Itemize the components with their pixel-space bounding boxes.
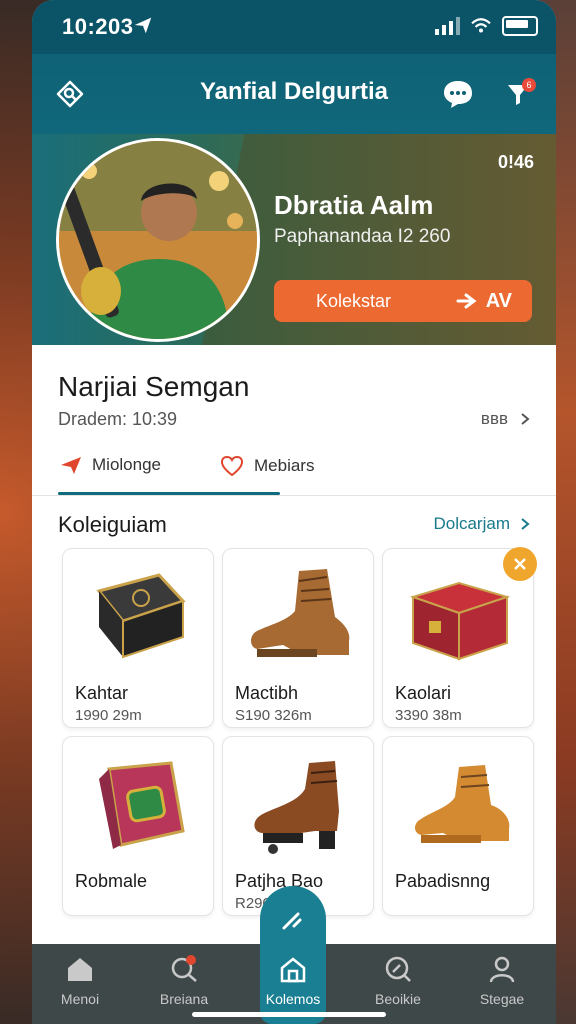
- house-outline-icon: [280, 957, 306, 983]
- compass-icon: [385, 956, 411, 982]
- profile-icon: [489, 956, 515, 983]
- profile-name: Narjiai Semgan: [58, 371, 250, 402]
- status-bar: 10:203: [32, 0, 556, 54]
- collection-button-right: AV: [485, 289, 512, 312]
- avatar[interactable]: [56, 138, 260, 342]
- product-card[interactable]: Pabadisnng: [382, 736, 534, 916]
- product-card[interactable]: Mactibh S190 326m: [222, 548, 374, 728]
- nav-label: Stegae: [479, 991, 525, 1007]
- product-name: Kaolari: [395, 683, 452, 703]
- phone-screen: 10:203 Yanfial Delgurtia 6 0!46 Dbratia …: [32, 0, 556, 1024]
- collection-button[interactable]: Kolekstar AV: [274, 280, 532, 322]
- product-price: 3390 38m: [395, 707, 462, 724]
- section-title: Koleiguiam: [58, 512, 167, 537]
- player-photo: [59, 141, 257, 339]
- product-card[interactable]: Kahtar 1990 29m: [62, 548, 214, 728]
- chevron-right-icon: [521, 518, 530, 530]
- home-icon: [68, 958, 92, 981]
- chat-icon: [444, 81, 472, 108]
- status-time: 10:203: [62, 14, 134, 39]
- profile-section: Narjiai Semgan Dradem: 10:39 ʙʙʙ Miolong…: [32, 345, 556, 496]
- tab-miolonge[interactable]: Miolonge: [60, 455, 161, 475]
- shoe-icon: [254, 761, 339, 854]
- hero-subtitle: Paphanandaa I2 260: [274, 226, 451, 247]
- chest-icon: [409, 581, 511, 661]
- tab-label: Mebiars: [254, 456, 315, 475]
- section-link-label: Dolcarjam: [433, 514, 510, 533]
- hero-count: 0!46: [497, 152, 534, 172]
- heart-icon: [220, 455, 244, 477]
- nav-label: Kolemos: [265, 991, 321, 1007]
- collection-button-label: Kolekstar: [316, 290, 392, 311]
- nav-label: Breiana: [159, 991, 209, 1007]
- product-price: 1990 29m: [75, 707, 142, 724]
- nav-beoikie[interactable]: Beoikie: [358, 952, 438, 1007]
- chat-button[interactable]: [438, 74, 478, 114]
- chevron-right-icon: [521, 413, 530, 425]
- tab-indicator: [58, 492, 280, 495]
- nav-home[interactable]: Menoi: [40, 952, 120, 1007]
- product-price: S190 326m: [235, 707, 312, 724]
- product-name: Mactibh: [235, 683, 299, 703]
- nav-kolemos[interactable]: Kolemos: [253, 952, 333, 1007]
- close-icon: [514, 558, 526, 570]
- boot-icon: [415, 765, 510, 843]
- product-card[interactable]: Robmale: [62, 736, 214, 916]
- product-name: Kahtar: [75, 683, 129, 703]
- product-card[interactable]: Kaolari 3390 38m: [382, 547, 537, 728]
- profile-more[interactable]: ʙʙʙ: [481, 409, 530, 429]
- home-indicator[interactable]: [192, 1012, 386, 1017]
- hero-name: Dbratia Aalm: [274, 190, 434, 220]
- boot-icon: [251, 569, 350, 657]
- section-link[interactable]: Dolcarjam: [433, 514, 530, 534]
- notifications-button[interactable]: 6: [498, 74, 538, 114]
- send-icon: [61, 457, 81, 474]
- profile-more-label: ʙʙʙ: [480, 409, 508, 428]
- fab-button[interactable]: [266, 894, 320, 948]
- remove-button[interactable]: [503, 547, 537, 581]
- product-name: Robmale: [75, 871, 148, 891]
- wifi-icon: [471, 18, 491, 33]
- tab-bar: Miolonge Mebiars: [32, 445, 556, 496]
- book-icon: [96, 573, 186, 659]
- search-icon: [171, 955, 197, 982]
- profile-date: Dradem: 10:39: [58, 409, 178, 429]
- location-icon: [134, 17, 152, 34]
- trunk-icon: [99, 761, 185, 849]
- product-name: Pabadisnng: [395, 871, 491, 891]
- nav-breiana[interactable]: Breiana: [144, 952, 224, 1007]
- app-header: Yanfial Delgurtia 6: [32, 58, 556, 128]
- edit-icon: [282, 912, 302, 930]
- nav-label: Menoi: [60, 991, 100, 1007]
- nav-label: Beoikie: [375, 991, 421, 1007]
- tab-label: Miolonge: [92, 455, 161, 474]
- signal-icon: [435, 17, 460, 35]
- battery-icon: [502, 16, 538, 36]
- nav-stegae[interactable]: Stegae: [462, 952, 542, 1007]
- arrow-right-icon: [456, 293, 477, 309]
- tab-mebiars[interactable]: Mebiars: [220, 455, 314, 477]
- notification-badge: 6: [522, 78, 536, 92]
